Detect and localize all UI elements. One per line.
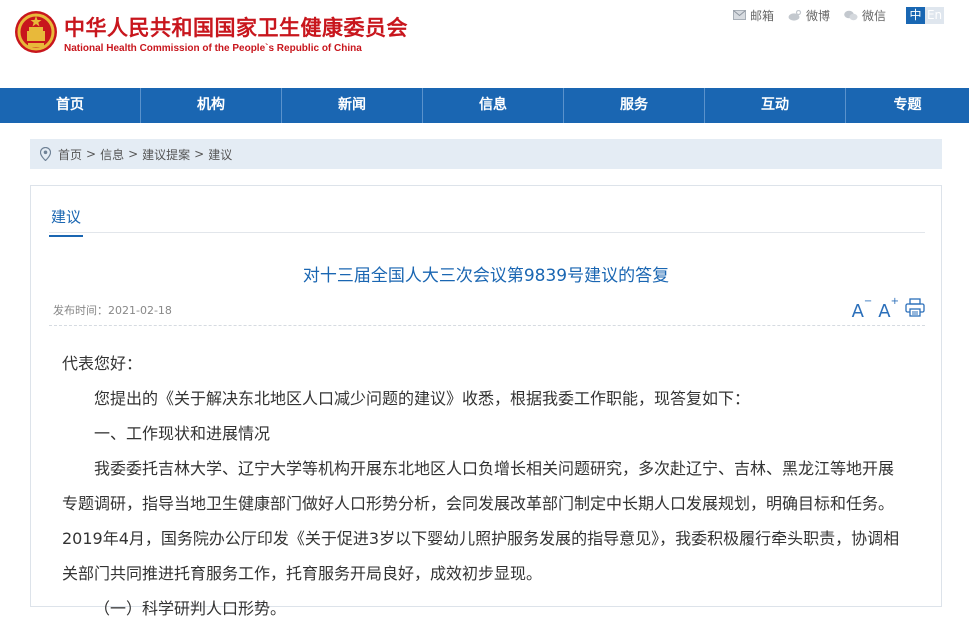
nav-item-news[interactable]: 新闻 — [282, 88, 423, 123]
top-links: 邮箱 微博 微信 中 En — [733, 6, 945, 24]
breadcrumb-proposals[interactable]: 建议提案 — [142, 146, 190, 163]
article-title: 对十三届全国人大三次会议第9839号建议的答复 — [302, 266, 670, 286]
article-paragraph: 一、工作现状和进展情况 — [94, 424, 271, 443]
title-divider — [49, 325, 925, 326]
mail-link-label: 邮箱 — [750, 8, 775, 23]
nav-item-topics[interactable]: 专题 — [846, 88, 969, 123]
article-paragraph: 您提出的《关于解决东北地区人口减少问题的建议》收悉，根据我委工作职能，现答复如下… — [94, 389, 751, 408]
nav-item-interaction[interactable]: 互动 — [705, 88, 846, 123]
breadcrumb: 首页 > 信息 > 建议提案 > 建议 — [30, 139, 942, 169]
print-button[interactable] — [905, 298, 925, 322]
language-switch: 中 En — [906, 6, 945, 24]
publish-date-value: 2021-02-18 — [108, 304, 172, 317]
section-divider — [49, 232, 925, 233]
wechat-link-label: 微信 — [862, 8, 887, 23]
publish-date-label: 发布时间： — [53, 304, 108, 317]
breadcrumb-current[interactable]: 建议 — [208, 146, 232, 163]
weibo-link-label: 微博 — [806, 8, 831, 23]
wechat-icon — [844, 10, 858, 20]
lang-en-button[interactable]: En — [925, 6, 945, 24]
plus-icon: + — [890, 296, 899, 307]
nav-item-organization[interactable]: 机构 — [141, 88, 282, 123]
mail-link[interactable]: 邮箱 — [733, 7, 774, 24]
breadcrumb-separator: > — [194, 147, 205, 161]
site-subtitle: National Health Commission of the People… — [64, 43, 362, 54]
breadcrumb-separator: > — [128, 147, 139, 161]
article-paragraph: 我委委托吉林大学、辽宁大学等机构开展东北地区人口负增长相关问题研究，多次赴辽宁、… — [62, 459, 900, 583]
location-pin-icon — [40, 147, 51, 161]
lang-zh-button[interactable]: 中 — [906, 6, 926, 24]
font-increase-label: A — [878, 301, 891, 322]
wechat-link[interactable]: 微信 — [844, 7, 886, 24]
main-nav: 首页 机构 新闻 信息 服务 互动 专题 — [0, 88, 969, 123]
nav-item-home[interactable]: 首页 — [0, 88, 141, 123]
site-header: 中华人民共和国国家卫生健康委员会 National Health Commiss… — [0, 0, 969, 88]
nav-item-information[interactable]: 信息 — [423, 88, 564, 123]
publish-date: 发布时间：2021-02-18 — [53, 302, 172, 318]
weibo-link[interactable]: 微博 — [788, 7, 830, 24]
font-decrease-button[interactable]: A− — [851, 296, 873, 322]
article-paragraph: 代表您好： — [62, 354, 143, 373]
breadcrumb-home[interactable]: 首页 — [58, 146, 82, 163]
breadcrumb-information[interactable]: 信息 — [100, 146, 124, 163]
article-panel: 建议 对十三届全国人大三次会议第9839号建议的答复 发布时间：2021-02-… — [30, 185, 942, 618]
print-icon — [905, 298, 925, 317]
minus-icon: − — [863, 296, 873, 307]
font-decrease-label: A — [851, 301, 864, 322]
breadcrumb-separator: > — [86, 147, 97, 161]
national-emblem-icon[interactable] — [14, 10, 58, 54]
article-body: 代表您好： 您提出的《关于解决东北地区人口减少问题的建议》收悉，根据我委工作职能… — [62, 346, 908, 626]
article-paragraph: （一）科学研判人口形势。 — [94, 599, 287, 618]
article-tools: A− A+ — [846, 296, 925, 322]
nav-item-services[interactable]: 服务 — [564, 88, 705, 123]
site-title[interactable]: 中华人民共和国国家卫生健康委员会 — [64, 12, 408, 42]
mail-icon — [733, 10, 746, 20]
weibo-icon — [788, 9, 802, 21]
font-increase-button[interactable]: A+ — [878, 296, 899, 322]
